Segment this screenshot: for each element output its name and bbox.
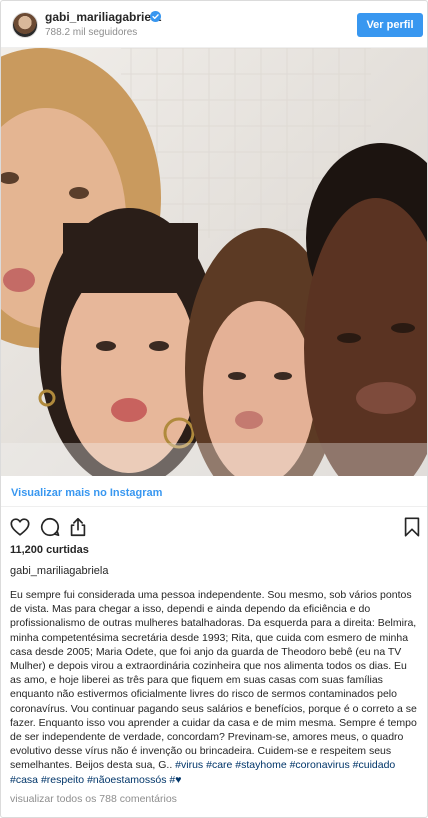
view-all-comments-link[interactable]: visualizar todos os 788 comentários bbox=[10, 793, 177, 805]
hashtag[interactable]: #care bbox=[206, 759, 232, 771]
share-upload-icon[interactable] bbox=[67, 516, 89, 538]
like-count: 11,200 curtidas bbox=[10, 544, 89, 556]
instagram-embed-card: gabi_mariliagabriela 788.2 mil seguidore… bbox=[0, 0, 428, 818]
post-caption: Eu sempre fui considerada uma pessoa ind… bbox=[10, 588, 420, 787]
follower-count: 788.2 mil seguidores bbox=[45, 27, 138, 38]
hashtag[interactable]: #nãoestamossós bbox=[87, 774, 166, 786]
post-image[interactable] bbox=[1, 48, 427, 476]
caption-body: Eu sempre fui considerada uma pessoa ind… bbox=[10, 589, 417, 772]
action-bar bbox=[9, 516, 421, 540]
hashtag[interactable]: #coronavirus bbox=[290, 759, 350, 771]
divider bbox=[1, 506, 427, 507]
post-header: gabi_mariliagabriela 788.2 mil seguidore… bbox=[1, 1, 427, 48]
hashtag[interactable]: #stayhome bbox=[235, 759, 286, 771]
bookmark-icon[interactable] bbox=[401, 516, 423, 538]
comment-bubble-icon[interactable] bbox=[39, 516, 61, 538]
hashtag[interactable]: #casa bbox=[10, 774, 38, 786]
hashtag[interactable]: #respeito bbox=[41, 774, 84, 786]
verified-badge-icon bbox=[150, 11, 161, 22]
view-profile-button[interactable]: Ver perfil bbox=[357, 13, 423, 37]
username-link[interactable]: gabi_mariliagabriela bbox=[45, 10, 161, 24]
hashtag[interactable]: #virus bbox=[175, 759, 203, 771]
hashtag[interactable]: #cuidado bbox=[353, 759, 396, 771]
view-more-instagram-link[interactable]: Visualizar mais no Instagram bbox=[11, 487, 162, 499]
heart-outline-icon[interactable] bbox=[9, 516, 31, 538]
hashtag[interactable]: #♥ bbox=[169, 774, 181, 786]
avatar[interactable] bbox=[12, 12, 38, 38]
caption-username[interactable]: gabi_mariliagabriela bbox=[10, 565, 108, 577]
